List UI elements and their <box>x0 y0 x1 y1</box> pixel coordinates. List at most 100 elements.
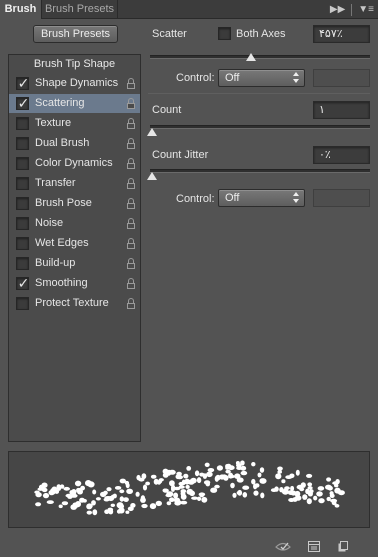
checkbox[interactable] <box>16 257 29 270</box>
panel-menu-icon[interactable]: ▼≡ <box>358 4 374 15</box>
count-slider-thumb[interactable] <box>147 128 157 136</box>
brush-dab <box>169 480 175 487</box>
lock-icon[interactable] <box>126 178 136 189</box>
lock-icon[interactable] <box>126 158 136 169</box>
brush-dab <box>316 491 323 497</box>
brush-dab <box>201 496 208 503</box>
checkbox[interactable] <box>16 117 29 130</box>
lock-icon[interactable] <box>126 98 136 109</box>
lock-icon[interactable] <box>126 198 136 209</box>
count-value-field[interactable]: ۱ <box>313 101 370 119</box>
checkbox[interactable] <box>16 297 29 310</box>
scatter-slider-track[interactable] <box>150 55 370 59</box>
sidebar-item-label: Texture <box>35 117 72 129</box>
brush-dab <box>180 493 187 500</box>
count-jitter-slider-track[interactable] <box>150 169 370 173</box>
brush-dab <box>225 469 231 474</box>
lock-icon[interactable] <box>126 138 136 149</box>
count-jitter-control-select[interactable]: Off <box>218 189 305 207</box>
checkbox[interactable] <box>16 197 29 210</box>
divider <box>351 3 353 16</box>
sidebar-item-wet-edges[interactable]: Wet Edges <box>9 234 140 253</box>
sidebar-item-build-up[interactable]: Build-up <box>9 254 140 273</box>
scatter-value-field[interactable]: ۴۵۷٪ <box>313 25 370 43</box>
lock-icon[interactable] <box>126 238 136 249</box>
lock-icon[interactable] <box>126 258 136 269</box>
checkbox[interactable]: ✓ <box>16 95 29 111</box>
sidebar-item-label: Protect Texture <box>35 297 109 309</box>
brush-options-list: Brush Tip Shape ✓ Shape Dynamics ✓ Scatteri… <box>8 54 141 442</box>
brush-dab <box>126 488 133 494</box>
sidebar-item-noise[interactable]: Noise <box>9 214 140 233</box>
brush-dab <box>194 470 200 477</box>
brush-dab <box>37 487 44 491</box>
brush-dab <box>166 501 172 506</box>
brush-dab <box>58 504 63 509</box>
double-chevron-icon[interactable]: ▶▶ <box>330 4 345 15</box>
brush-dab <box>184 478 190 485</box>
brush-dab <box>71 489 77 495</box>
lock-icon[interactable] <box>126 298 136 309</box>
brush-dab <box>296 484 304 490</box>
checkbox[interactable] <box>16 177 29 190</box>
new-document-icon[interactable] <box>338 541 348 552</box>
lock-icon[interactable] <box>126 278 136 289</box>
brush-dab <box>240 470 248 476</box>
sidebar-item-shape-dynamics[interactable]: ✓ Shape Dynamics <box>9 74 140 93</box>
count-jitter-value-field[interactable]: ۰٪ <box>313 146 370 164</box>
brush-dab <box>165 493 172 498</box>
brush-dab <box>214 475 219 482</box>
brush-dab <box>119 478 127 484</box>
tab-brush[interactable]: Brush <box>0 0 42 19</box>
count-slider-track[interactable] <box>150 125 370 129</box>
checkbox[interactable] <box>16 137 29 150</box>
eye-icon[interactable] <box>275 541 291 552</box>
brush-dab <box>306 498 312 505</box>
brush-dab <box>253 490 259 496</box>
brush-dab <box>228 474 235 479</box>
sidebar-item-protect-texture[interactable]: Protect Texture <box>9 294 140 313</box>
brush-dab <box>175 474 181 480</box>
brush-dab <box>125 482 130 489</box>
checkbox[interactable] <box>16 237 29 250</box>
sidebar-item-texture[interactable]: Texture <box>9 114 140 133</box>
brush-dab <box>203 480 211 485</box>
brush-dab <box>51 486 58 492</box>
brush-dab <box>326 477 332 482</box>
brush-presets-button[interactable]: Brush Presets <box>33 25 118 43</box>
brush-dab <box>85 480 92 487</box>
sidebar-item-scattering[interactable]: ✓ Scattering <box>9 94 140 113</box>
brush-dab <box>242 492 248 498</box>
checkbox[interactable] <box>16 217 29 230</box>
brush-dab <box>162 468 169 475</box>
sidebar-item-dual-brush[interactable]: Dual Brush <box>9 134 140 153</box>
brush-dab <box>65 493 72 498</box>
sidebar-item-smoothing[interactable]: ✓ Smoothing <box>9 274 140 293</box>
brush-dab <box>35 492 42 498</box>
select-arrows-icon <box>293 192 299 204</box>
brush-dab <box>306 473 313 478</box>
checkbox[interactable] <box>16 157 29 170</box>
sidebar-item-color-dynamics[interactable]: Color Dynamics <box>9 154 140 173</box>
brush-dab <box>74 480 82 487</box>
sidebar-item-brush-pose[interactable]: Brush Pose <box>9 194 140 213</box>
scatter-control-select[interactable]: Off <box>218 69 305 87</box>
section-divider <box>148 93 370 94</box>
lock-icon[interactable] <box>126 118 136 129</box>
grid-icon[interactable] <box>308 541 320 552</box>
select-arrows-icon <box>293 72 299 84</box>
brush-dab <box>130 503 136 508</box>
checkbox[interactable]: ✓ <box>16 275 29 291</box>
lock-icon[interactable] <box>126 218 136 229</box>
both-axes-checkbox[interactable] <box>218 27 231 40</box>
brush-tip-shape-item[interactable]: Brush Tip Shape <box>9 55 140 73</box>
sidebar-item-transfer[interactable]: Transfer <box>9 174 140 193</box>
brush-dab <box>141 503 148 509</box>
scatter-slider-thumb[interactable] <box>246 53 256 61</box>
checkbox[interactable]: ✓ <box>16 75 29 91</box>
brush-dab <box>104 509 110 514</box>
tab-brush-presets[interactable]: Brush Presets <box>42 0 118 19</box>
brush-dab <box>334 483 339 488</box>
count-jitter-slider-thumb[interactable] <box>147 172 157 180</box>
lock-icon[interactable] <box>126 78 136 89</box>
